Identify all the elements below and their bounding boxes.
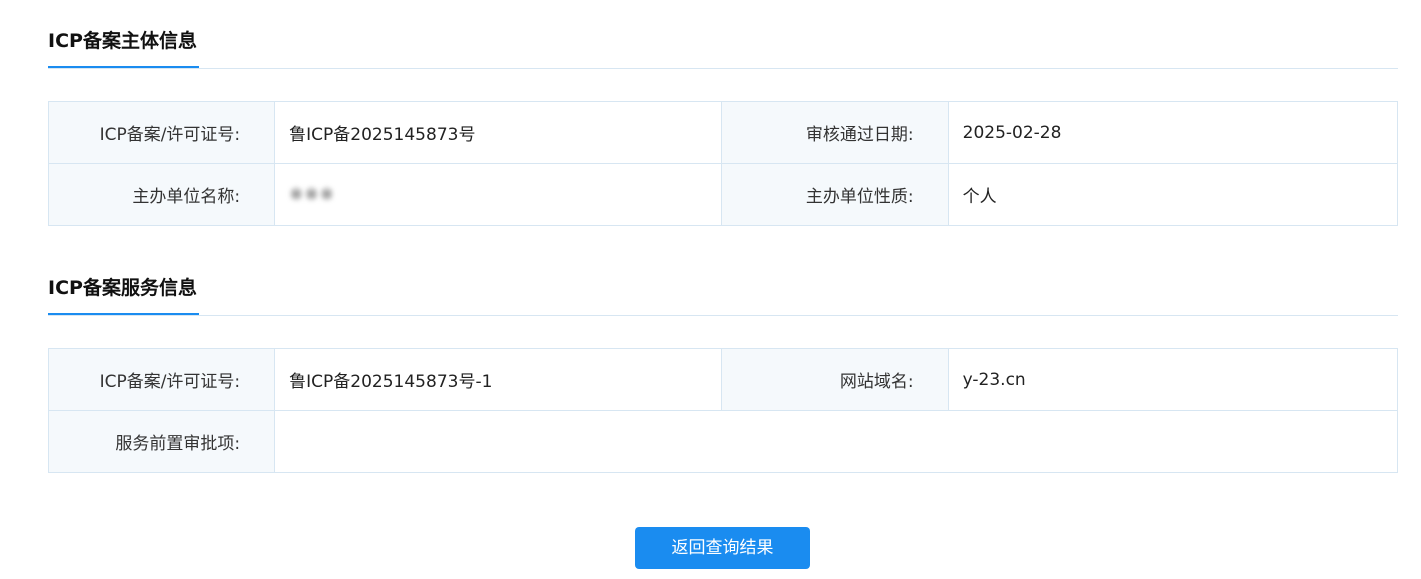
service-section-header: ICP备案服务信息: [48, 271, 1398, 316]
organizer-name-label: 主办单位名称:: [47, 163, 276, 226]
table-row: 服务前置审批项:: [47, 410, 1398, 473]
organizer-type-label: 主办单位性质:: [721, 163, 949, 226]
organizer-name-value: ※※※: [274, 163, 723, 226]
subject-info-table: ICP备案/许可证号: 鲁ICP备2025145873号 审核通过日期: 202…: [47, 101, 1399, 226]
service-section-title: ICP备案服务信息: [48, 271, 199, 315]
approval-date-label: 审核通过日期:: [721, 101, 949, 164]
service-license-number-label: ICP备案/许可证号:: [47, 348, 276, 411]
service-info-table: ICP备案/许可证号: 鲁ICP备2025145873号-1 网站域名: y-2…: [47, 348, 1399, 473]
license-number-value: 鲁ICP备2025145873号: [274, 101, 723, 164]
website-domain-label: 网站域名:: [721, 348, 949, 411]
approval-date-value: 2025-02-28: [947, 101, 1399, 164]
pre-approval-value: [274, 410, 1398, 473]
table-row: ICP备案/许可证号: 鲁ICP备2025145873号 审核通过日期: 202…: [47, 101, 1399, 164]
license-number-label: ICP备案/许可证号:: [47, 101, 276, 164]
table-row: ICP备案/许可证号: 鲁ICP备2025145873号-1 网站域名: y-2…: [47, 348, 1399, 411]
pre-approval-label: 服务前置审批项:: [47, 410, 276, 473]
icp-record-detail-page: ICP备案主体信息 ICP备案/许可证号: 鲁ICP备2025145873号 审…: [0, 0, 1421, 579]
subject-section-title: ICP备案主体信息: [48, 24, 199, 68]
subject-section-header: ICP备案主体信息: [48, 24, 1398, 69]
table-row: 主办单位名称: ※※※ 主办单位性质: 个人: [47, 163, 1399, 226]
website-domain-value: y-23.cn: [947, 348, 1399, 411]
organizer-type-value: 个人: [947, 163, 1399, 226]
redacted-organizer-name: ※※※: [289, 184, 335, 205]
service-license-number-value: 鲁ICP备2025145873号-1: [274, 348, 723, 411]
return-to-results-button[interactable]: 返回查询结果: [635, 527, 810, 569]
